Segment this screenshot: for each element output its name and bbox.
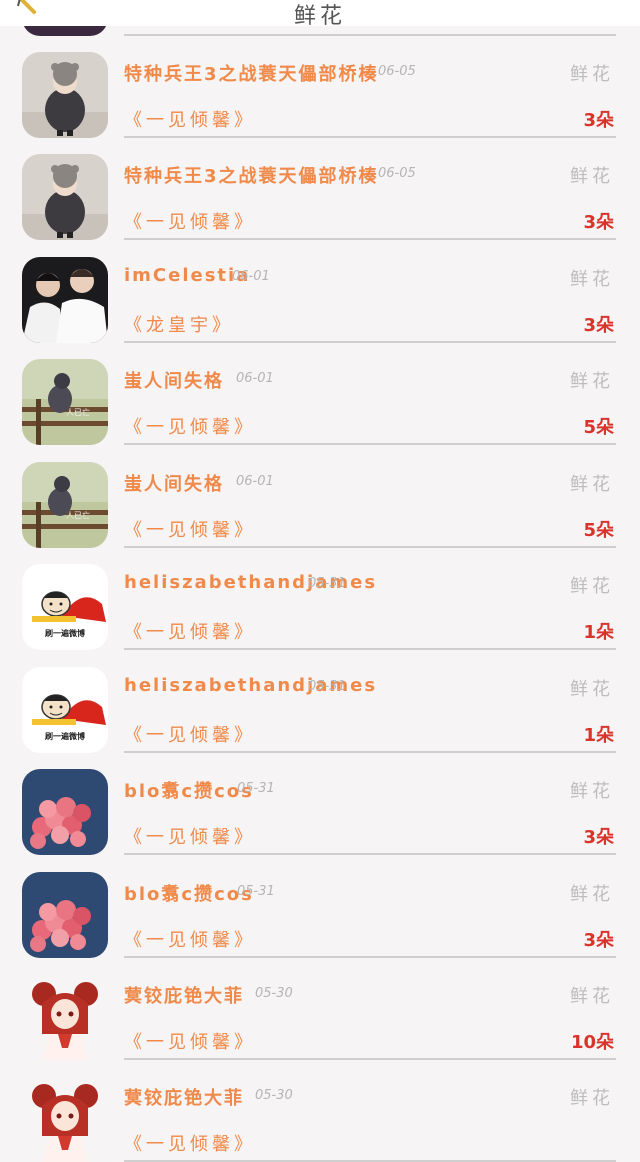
flower-count: 5朵 <box>583 417 614 438</box>
avatar[interactable]: 人已亡 <box>22 462 108 548</box>
gift-date: 06-01 <box>232 269 270 284</box>
divider <box>124 853 616 855</box>
top-bar: 鲜花 <box>0 0 640 29</box>
avatar[interactable] <box>22 872 108 958</box>
flower-count: 3朵 <box>583 930 614 951</box>
list-item[interactable]: blo翥c攒cos 05-31 鲜花 《一见倾馨》 3朵 <box>0 856 640 958</box>
song-title[interactable]: 《一见倾馨》 <box>124 721 256 747</box>
song-title[interactable]: 《一见倾馨》 <box>124 1130 256 1156</box>
gift-date: 05-30 <box>255 986 293 1001</box>
list-item[interactable]: 蓂铰庇铯大菲 05-30 鲜花 《一见倾馨》 10朵 <box>0 958 640 1060</box>
avatar[interactable] <box>22 257 108 343</box>
gift-type-label: 鲜花 <box>570 576 614 597</box>
gift-date: 05-31 <box>308 576 346 591</box>
list-item[interactable]: blo翥c攒cos 05-31 鲜花 《一见倾馨》 3朵 <box>0 753 640 855</box>
avatar[interactable]: 刷一遍微博 <box>22 564 108 650</box>
user-name[interactable]: 蓂铰庇铯大菲 <box>124 982 244 1008</box>
list-item[interactable]: 刷一遍微博 heliszabethandjames 05-31 鲜花 《一见倾馨… <box>0 651 640 753</box>
avatar[interactable] <box>22 154 108 240</box>
avatar[interactable]: 刷一遍微博 <box>22 667 108 753</box>
gift-type-label: 鲜花 <box>570 64 614 85</box>
gift-type-label: 鲜花 <box>570 986 614 1007</box>
flower-count: 1朵 <box>583 622 614 643</box>
song-title[interactable]: 《一见倾馨》 <box>124 516 256 542</box>
user-name[interactable]: blo翥c攒cos <box>124 777 254 803</box>
svg-text:人已亡: 人已亡 <box>66 510 90 520</box>
gift-date: 06-05 <box>378 64 416 79</box>
gift-date: 05-31 <box>237 884 275 899</box>
list-item[interactable]: 人已亡 蚩人间失格 06-01 鲜花 《一见倾馨》 5朵 <box>0 446 640 548</box>
gift-date: 06-05 <box>378 166 416 181</box>
flower-count: 1朵 <box>583 725 614 746</box>
user-name[interactable]: 蓂铰庇铯大菲 <box>124 1084 244 1110</box>
divider <box>124 648 616 650</box>
user-name[interactable]: blo翥c攒cos <box>124 880 254 906</box>
flower-count: 3朵 <box>583 212 614 233</box>
list-item[interactable]: 特种兵王3之战蓑天儡部桥楱 06-05 鲜花 《一见倾馨》 3朵 <box>0 138 640 240</box>
gift-date: 06-01 <box>236 371 274 386</box>
song-title[interactable]: 《一见倾馨》 <box>124 618 256 644</box>
gift-type-label: 鲜花 <box>570 474 614 495</box>
gift-type-label: 鲜花 <box>570 1088 614 1109</box>
song-title[interactable]: 《一见倾馨》 <box>124 413 256 439</box>
flower-count: 3朵 <box>583 315 614 336</box>
avatar[interactable] <box>22 974 108 1060</box>
page-title: 鲜花 <box>293 4 346 29</box>
song-title[interactable]: 《一见倾馨》 <box>124 106 256 132</box>
user-name[interactable]: 特种兵王3之战蓑天儡部桥楱 <box>124 162 379 188</box>
gift-type-label: 鲜花 <box>570 371 614 392</box>
gift-type-label: 鲜花 <box>570 166 614 187</box>
list-item[interactable]: 蓂铰庇铯大菲 05-30 鲜花 《一见倾馨》 <box>0 1060 640 1162</box>
song-title[interactable]: 《一见倾馨》 <box>124 208 256 234</box>
song-title[interactable]: 《一见倾馨》 <box>124 823 256 849</box>
list-item[interactable]: 特种兵王3之战蓑天儡部桥楱 06-05 鲜花 《一见倾馨》 3朵 <box>0 36 640 138</box>
song-title[interactable]: 《一见倾馨》 <box>124 926 256 952</box>
list-item[interactable]: 人已亡 蚩人间失格 06-01 鲜花 《一见倾馨》 5朵 <box>0 343 640 445</box>
user-name[interactable]: 蚩人间失格 <box>124 470 224 496</box>
gift-date: 05-31 <box>237 781 275 796</box>
gift-type-label: 鲜花 <box>570 884 614 905</box>
flower-count: 5朵 <box>583 520 614 541</box>
flower-count: 3朵 <box>583 110 614 131</box>
gift-date: 05-30 <box>255 1088 293 1103</box>
user-name[interactable]: 蚩人间失格 <box>124 367 224 393</box>
svg-text:刷一遍微博: 刷一遍微博 <box>44 628 85 638</box>
avatar[interactable] <box>22 769 108 855</box>
avatar[interactable]: 人已亡 <box>22 359 108 445</box>
gift-date: 06-01 <box>236 474 274 489</box>
gift-date: 05-31 <box>308 679 346 694</box>
user-name[interactable]: 特种兵王3之战蓑天儡部桥楱 <box>124 60 379 86</box>
divider <box>124 443 616 445</box>
flower-count: 10朵 <box>570 1032 614 1053</box>
list-item[interactable]: imCelestia 06-01 鲜花 《龙皇宇》 3朵 <box>0 241 640 343</box>
svg-text:刷一遍微博: 刷一遍微博 <box>44 731 85 741</box>
svg-text:人已亡: 人已亡 <box>66 407 90 417</box>
gift-list: 特种兵王3之战蓑天儡部桥楱 06-05 鲜花 《一见倾馨》 3朵 特种兵王3之战… <box>0 0 640 1162</box>
gift-type-label: 鲜花 <box>570 781 614 802</box>
list-item[interactable]: 刷一遍微博 heliszabethandjames 05-31 鲜花 《一见倾馨… <box>0 548 640 650</box>
song-title[interactable]: 《一见倾馨》 <box>124 1028 256 1054</box>
avatar[interactable] <box>22 52 108 138</box>
avatar[interactable] <box>22 1076 108 1162</box>
gift-type-label: 鲜花 <box>570 269 614 290</box>
divider <box>124 238 616 240</box>
flower-count: 3朵 <box>583 827 614 848</box>
song-title[interactable]: 《龙皇宇》 <box>124 311 234 337</box>
gift-type-label: 鲜花 <box>570 679 614 700</box>
